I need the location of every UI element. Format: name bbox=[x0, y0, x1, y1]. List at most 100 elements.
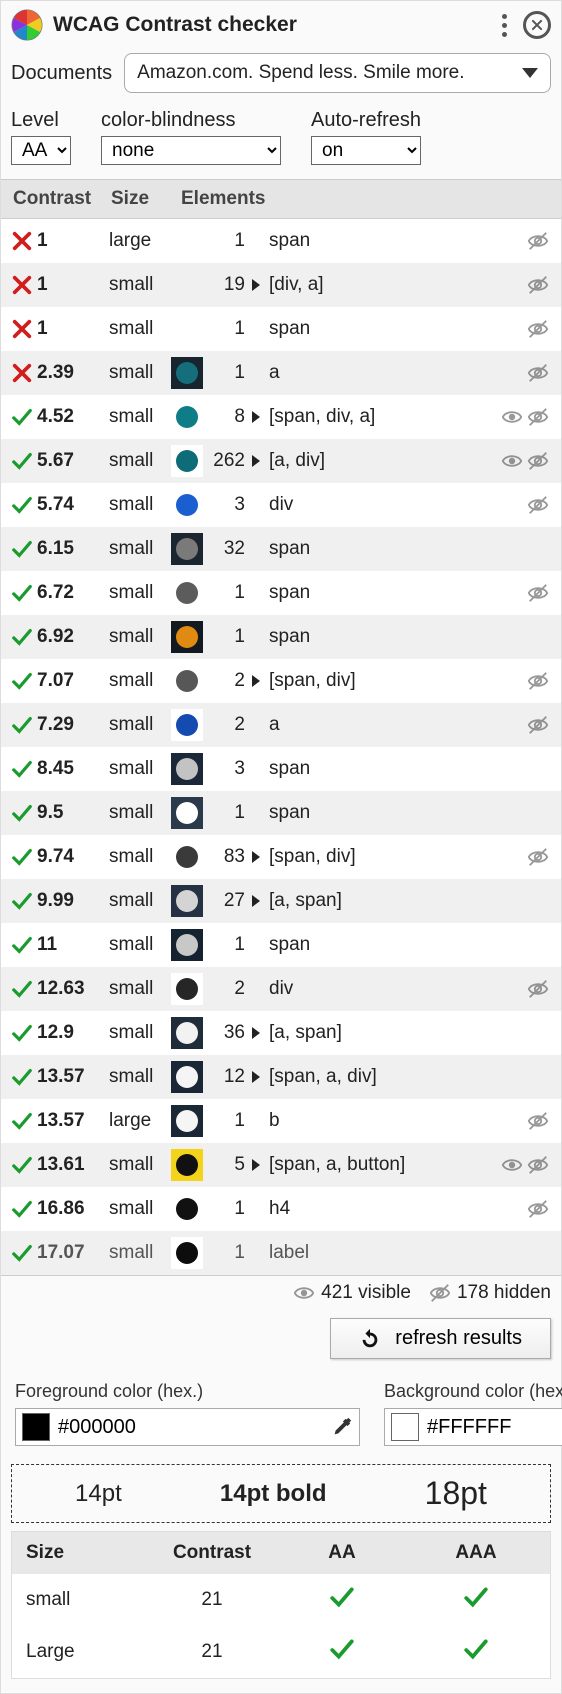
expand-toggle[interactable] bbox=[251, 895, 267, 907]
table-row[interactable]: 12.9 small 36 [a, span] bbox=[1, 1011, 561, 1055]
eye-off-icon[interactable] bbox=[527, 978, 549, 1000]
eye-off-icon[interactable] bbox=[527, 494, 549, 516]
rt-size: small bbox=[12, 1579, 142, 1621]
eye-off-icon[interactable] bbox=[527, 714, 549, 736]
table-row[interactable]: 4.52 small 8 [span, div, a] bbox=[1, 395, 561, 439]
element-count: 1 bbox=[203, 582, 251, 604]
table-row[interactable]: 2.39 small 1 a bbox=[1, 351, 561, 395]
table-row[interactable]: 11 small 1 span bbox=[1, 923, 561, 967]
table-row[interactable]: 9.99 small 27 [a, span] bbox=[1, 879, 561, 923]
eye-off-icon[interactable] bbox=[527, 362, 549, 384]
contrast-value: 9.74 bbox=[37, 846, 109, 868]
eye-off-icon[interactable] bbox=[527, 582, 549, 604]
eye-off-icon[interactable] bbox=[527, 1110, 549, 1132]
contrast-value: 6.15 bbox=[37, 538, 109, 560]
element-types: [span, div, a] bbox=[267, 406, 501, 428]
element-count: 1 bbox=[203, 230, 251, 252]
color-swatch bbox=[171, 841, 203, 873]
eye-off-icon[interactable] bbox=[527, 670, 549, 692]
eyedropper-icon[interactable] bbox=[331, 1416, 353, 1438]
expand-toggle[interactable] bbox=[251, 455, 267, 467]
expand-toggle[interactable] bbox=[251, 411, 267, 423]
table-row[interactable]: 9.5 small 1 span bbox=[1, 791, 561, 835]
expand-toggle[interactable] bbox=[251, 1027, 267, 1039]
expand-toggle[interactable] bbox=[251, 851, 267, 863]
expand-toggle[interactable] bbox=[251, 675, 267, 687]
eye-off-icon[interactable] bbox=[527, 450, 549, 472]
auto-refresh-select[interactable]: on bbox=[311, 136, 421, 165]
element-count: 32 bbox=[203, 538, 251, 560]
status-icon bbox=[11, 1022, 37, 1044]
rt-size: Large bbox=[12, 1631, 142, 1673]
status-icon bbox=[11, 538, 37, 560]
eye-open-icon[interactable] bbox=[501, 1154, 523, 1176]
size-value: small bbox=[109, 582, 171, 604]
contrast-value: 9.99 bbox=[37, 890, 109, 912]
visibility-toggles bbox=[527, 846, 549, 868]
table-row[interactable]: 13.57 large 1 b bbox=[1, 1099, 561, 1143]
expand-toggle[interactable] bbox=[251, 279, 267, 291]
element-count: 8 bbox=[203, 406, 251, 428]
table-row[interactable]: 1 large 1 span bbox=[1, 219, 561, 263]
eye-off-icon[interactable] bbox=[527, 1154, 549, 1176]
table-row[interactable]: 6.72 small 1 span bbox=[1, 571, 561, 615]
visibility-toggles bbox=[527, 274, 549, 296]
eye-off-icon[interactable] bbox=[527, 318, 549, 340]
status-icon bbox=[11, 230, 37, 252]
contrast-value: 13.57 bbox=[37, 1066, 109, 1088]
element-types: span bbox=[267, 582, 527, 604]
foreground-swatch[interactable] bbox=[22, 1413, 50, 1441]
eye-off-icon[interactable] bbox=[527, 274, 549, 296]
result-row: Large 21 bbox=[12, 1626, 550, 1678]
table-row[interactable]: 16.86 small 1 h4 bbox=[1, 1187, 561, 1231]
close-button[interactable] bbox=[523, 11, 551, 39]
element-types: span bbox=[267, 538, 549, 560]
table-row[interactable]: 6.92 small 1 span bbox=[1, 615, 561, 659]
table-row[interactable]: 6.15 small 32 span bbox=[1, 527, 561, 571]
table-row[interactable]: 13.61 small 5 [span, a, button] bbox=[1, 1143, 561, 1187]
expand-toggle[interactable] bbox=[251, 1159, 267, 1171]
element-types: span bbox=[267, 230, 527, 252]
eye-off-icon[interactable] bbox=[527, 230, 549, 252]
color-swatch bbox=[171, 577, 203, 609]
table-row[interactable]: 8.45 small 3 span bbox=[1, 747, 561, 791]
table-row[interactable]: 1 small 1 span bbox=[1, 307, 561, 351]
foreground-hex-input[interactable] bbox=[58, 1416, 323, 1439]
table-row[interactable]: 5.67 small 262 [a, div] bbox=[1, 439, 561, 483]
eye-off-icon[interactable] bbox=[527, 406, 549, 428]
element-count: 1 bbox=[203, 362, 251, 384]
table-row[interactable]: 7.29 small 2 a bbox=[1, 703, 561, 747]
element-count: 83 bbox=[203, 846, 251, 868]
table-row[interactable]: 13.57 small 12 [span, a, div] bbox=[1, 1055, 561, 1099]
table-row[interactable]: 7.07 small 2 [span, div] bbox=[1, 659, 561, 703]
documents-select[interactable]: Amazon.com. Spend less. Smile more. bbox=[124, 53, 551, 93]
rt-contrast: 21 bbox=[142, 1631, 282, 1673]
table-row[interactable]: 5.74 small 3 div bbox=[1, 483, 561, 527]
size-value: large bbox=[109, 1110, 171, 1132]
caret-right-icon bbox=[251, 455, 261, 467]
background-swatch[interactable] bbox=[391, 1413, 419, 1441]
eye-off-icon[interactable] bbox=[527, 1198, 549, 1220]
size-value: small bbox=[109, 890, 171, 912]
table-row[interactable]: 1 small 19 [div, a] bbox=[1, 263, 561, 307]
size-value: small bbox=[109, 274, 171, 296]
menu-button[interactable] bbox=[496, 14, 513, 37]
color-blindness-control: color-blindness none bbox=[101, 109, 281, 165]
eye-open-icon[interactable] bbox=[501, 450, 523, 472]
table-row[interactable]: 9.74 small 83 [span, div] bbox=[1, 835, 561, 879]
element-types: h4 bbox=[267, 1198, 527, 1220]
element-count: 3 bbox=[203, 758, 251, 780]
color-blindness-select[interactable]: none bbox=[101, 136, 281, 165]
element-types: div bbox=[267, 494, 527, 516]
eye-off-icon[interactable] bbox=[527, 846, 549, 868]
level-select[interactable]: AA bbox=[11, 136, 71, 165]
table-row[interactable]: 17.07 small 1 label bbox=[1, 1231, 561, 1275]
check-icon bbox=[329, 1584, 355, 1610]
eye-open-icon[interactable] bbox=[501, 406, 523, 428]
table-row[interactable]: 12.63 small 2 div bbox=[1, 967, 561, 1011]
background-hex-input[interactable] bbox=[427, 1416, 562, 1439]
table-body: 1 large 1 span 1 small 19 [div, a] 1 sma… bbox=[1, 219, 561, 1275]
element-types: [a, span] bbox=[267, 890, 549, 912]
refresh-button[interactable]: refresh results bbox=[330, 1318, 551, 1359]
expand-toggle[interactable] bbox=[251, 1071, 267, 1083]
